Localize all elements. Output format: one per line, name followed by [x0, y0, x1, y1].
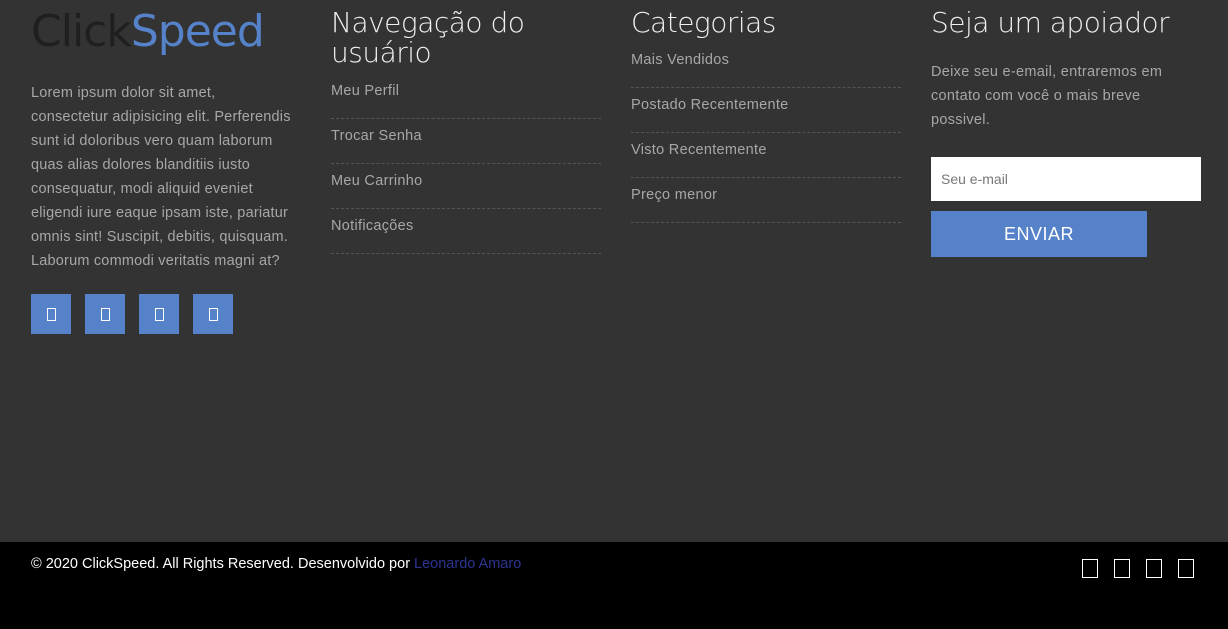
bottom-social-icons: [1082, 559, 1194, 578]
nav-link-meu-perfil[interactable]: Meu Perfil: [331, 83, 399, 99]
categories-title: Categorias: [631, 6, 776, 39]
user-nav-list: Meu Perfil Trocar Senha Meu Carrinho Not…: [331, 82, 601, 254]
logo-text-click: Click: [31, 6, 132, 57]
social-button-4[interactable]: [193, 294, 233, 334]
subscribe-column: Seja um apoiador Deixe seu e-email, entr…: [931, 0, 1201, 257]
nav-link-meu-carrinho[interactable]: Meu Carrinho: [331, 173, 422, 189]
list-item: Meu Perfil: [331, 82, 601, 119]
list-item: Notificações: [331, 209, 601, 254]
list-item: Meu Carrinho: [331, 164, 601, 209]
site-logo[interactable]: ClickSpeed: [31, 10, 291, 54]
social-icon: [46, 307, 56, 321]
nav-link-trocar-senha[interactable]: Trocar Senha: [331, 128, 422, 144]
category-link-visto-recentemente[interactable]: Visto Recentemente: [631, 142, 767, 158]
social-icon[interactable]: [1114, 559, 1130, 578]
social-icon[interactable]: [1178, 559, 1194, 578]
social-button-2[interactable]: [85, 294, 125, 334]
brand-description: Lorem ipsum dolor sit amet, consectetur …: [31, 85, 291, 269]
social-links: [31, 294, 291, 334]
author-link[interactable]: Leonardo Amaro: [414, 556, 521, 572]
subscribe-title: Seja um apoiador: [931, 6, 1170, 39]
categories-column: Categorias Mais Vendidos Postado Recente…: [631, 0, 901, 223]
list-item: Mais Vendidos: [631, 51, 901, 88]
category-link-mais-vendidos[interactable]: Mais Vendidos: [631, 52, 729, 68]
list-item: Preço menor: [631, 178, 901, 223]
bottom-bar: © 2020 ClickSpeed. All Rights Reserved. …: [0, 542, 1228, 629]
user-nav-column: Navegação do usuário Meu Perfil Trocar S…: [331, 0, 601, 254]
user-nav-title: Navegação do usuário: [331, 6, 525, 69]
nav-link-notificacoes[interactable]: Notificações: [331, 218, 414, 234]
logo-text-speed: Speed: [130, 6, 265, 57]
submit-button[interactable]: ENVIAR: [931, 211, 1147, 257]
email-input[interactable]: [931, 157, 1201, 201]
list-item: Visto Recentemente: [631, 133, 901, 178]
category-link-preco-menor[interactable]: Preço menor: [631, 187, 717, 203]
social-icon[interactable]: [1146, 559, 1162, 578]
social-button-3[interactable]: [139, 294, 179, 334]
category-link-postado-recentemente[interactable]: Postado Recentemente: [631, 97, 789, 113]
copyright-label: © 2020 ClickSpeed. All Rights Reserved. …: [31, 556, 415, 572]
social-icon: [100, 307, 110, 321]
list-item: Postado Recentemente: [631, 88, 901, 133]
footer-main: ClickSpeed Lorem ipsum dolor sit amet, c…: [0, 0, 1228, 542]
brand-column: ClickSpeed Lorem ipsum dolor sit amet, c…: [31, 0, 291, 334]
social-icon: [208, 307, 218, 321]
social-icon: [154, 307, 164, 321]
subscribe-text: Deixe seu e-email, entraremos em contato…: [931, 64, 1163, 128]
list-item: Trocar Senha: [331, 119, 601, 164]
copyright-text: © 2020 ClickSpeed. All Rights Reserved. …: [31, 556, 521, 572]
social-button-1[interactable]: [31, 294, 71, 334]
social-icon[interactable]: [1082, 559, 1098, 578]
categories-list: Mais Vendidos Postado Recentemente Visto…: [631, 51, 901, 223]
